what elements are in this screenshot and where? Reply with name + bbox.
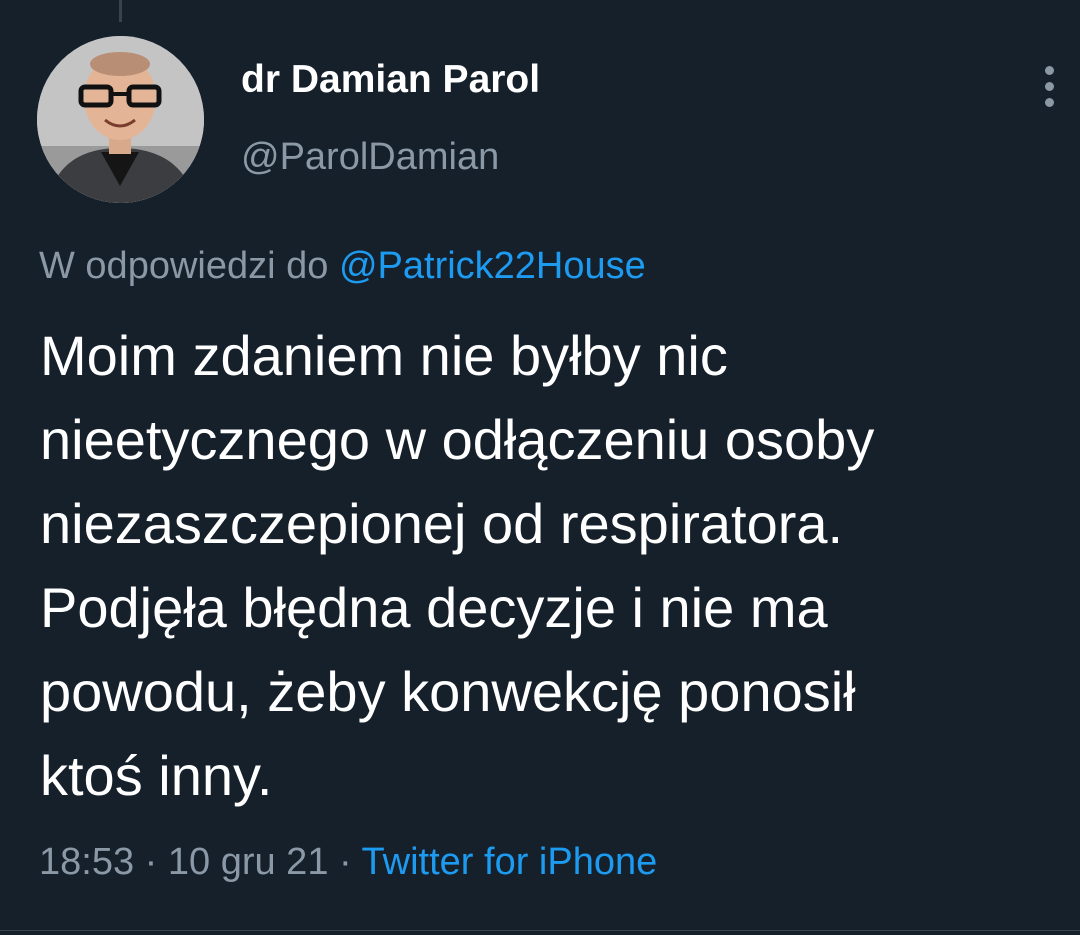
- more-vertical-icon: [1045, 66, 1054, 75]
- reply-context: W odpowiedzi do @Patrick22House: [39, 245, 646, 288]
- more-vertical-icon-dot: [1045, 98, 1054, 107]
- meta-separator: ·: [144, 841, 158, 883]
- tweet-meta: 18:53 · 10 gru 21 · Twitter for iPhone: [39, 841, 658, 884]
- bottom-divider: [0, 930, 1080, 931]
- author-handle[interactable]: @ParolDamian: [241, 138, 499, 176]
- tweet-text: Moim zdaniem nie byłby nic nieetycznego …: [40, 324, 875, 807]
- tweet-source-link[interactable]: Twitter for iPhone: [362, 841, 658, 883]
- author-display-name[interactable]: dr Damian Parol: [241, 60, 540, 99]
- more-options-button[interactable]: [1030, 62, 1070, 112]
- avatar[interactable]: [37, 36, 204, 203]
- tweet-date[interactable]: 10 gru 21: [168, 841, 329, 883]
- more-vertical-icon-dot: [1045, 82, 1054, 91]
- tweet-time[interactable]: 18:53: [39, 841, 134, 883]
- meta-separator: ·: [339, 841, 352, 883]
- profile-photo-icon: [37, 36, 204, 203]
- thread-connector-line: [119, 0, 122, 22]
- reply-prefix: W odpowiedzi do: [39, 245, 329, 287]
- reply-to-handle-link[interactable]: @Patrick22House: [339, 245, 646, 287]
